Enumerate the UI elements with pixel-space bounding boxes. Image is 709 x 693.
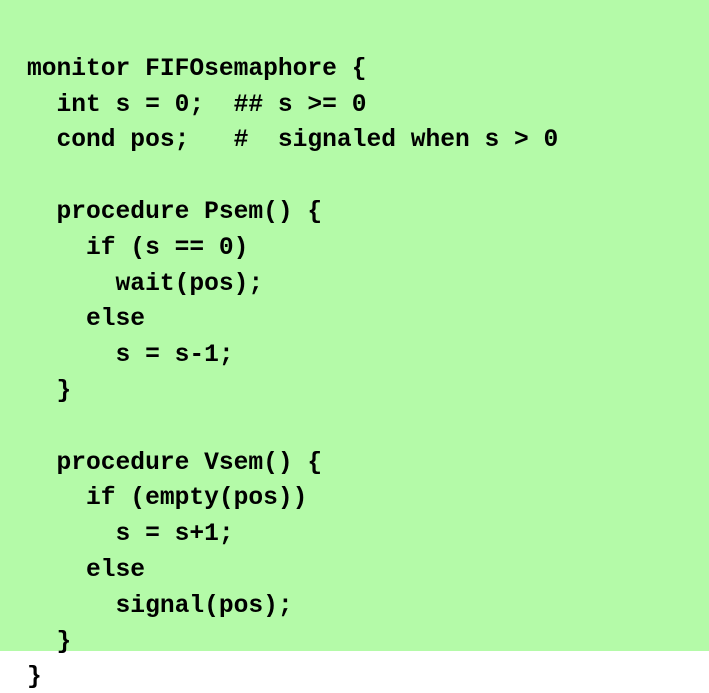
code-listing: monitor FIFOsemaphore { int s = 0; ## s … <box>27 52 558 693</box>
code-line: else <box>27 306 146 334</box>
code-line: signal(pos); <box>27 592 293 620</box>
code-line: } <box>27 628 72 656</box>
code-line: } <box>27 664 42 692</box>
code-line: if (s == 0) <box>27 234 249 262</box>
code-line: procedure Vsem() { <box>27 449 323 477</box>
code-line: s = s-1; <box>27 342 234 370</box>
code-line: else <box>27 556 146 584</box>
code-block: monitor FIFOsemaphore { int s = 0; ## s … <box>27 13 558 693</box>
code-line: monitor FIFOsemaphore { <box>27 55 367 83</box>
code-line: s = s+1; <box>27 521 234 549</box>
code-line: cond pos; # signaled when s > 0 <box>27 127 559 155</box>
code-line: if (empty(pos)) <box>27 485 308 513</box>
code-line: wait(pos); <box>27 270 264 298</box>
code-slide: monitor FIFOsemaphore { int s = 0; ## s … <box>0 0 709 691</box>
code-line: procedure Psem() { <box>27 198 323 226</box>
code-line: } <box>27 377 72 405</box>
code-line: int s = 0; ## s >= 0 <box>27 91 367 119</box>
